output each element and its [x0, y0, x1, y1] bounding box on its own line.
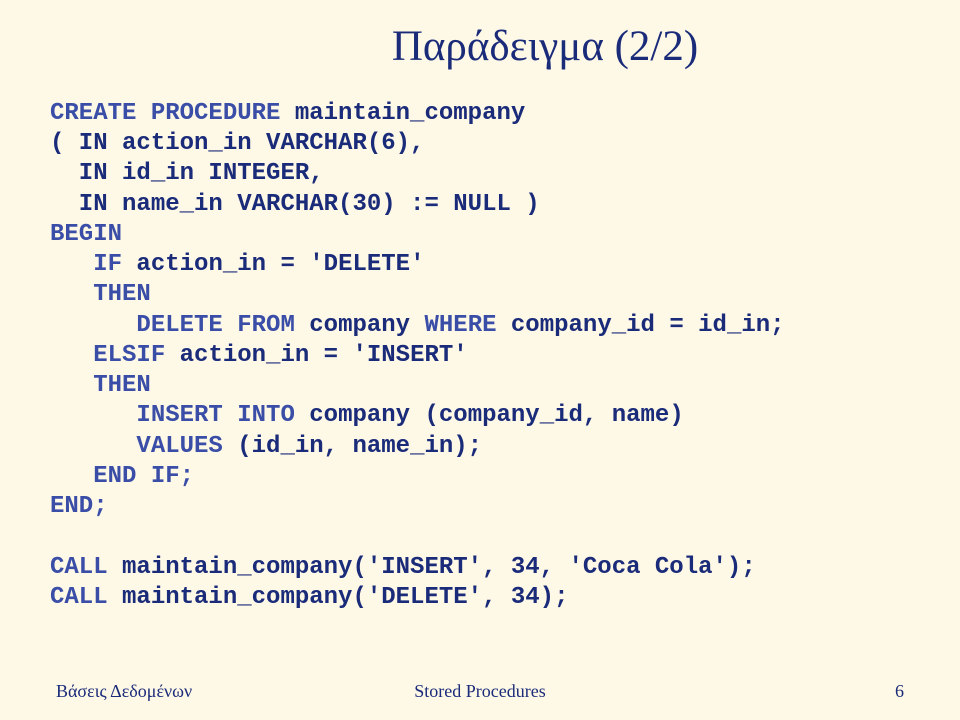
code-block: CREATE PROCEDURE maintain_company ( IN a…: [50, 99, 910, 613]
code-indent: [50, 281, 93, 308]
code-text: company (company_id, name): [295, 402, 684, 429]
code-text: maintain_company('DELETE', 34);: [108, 584, 569, 611]
code-kw: BEGIN: [50, 221, 122, 248]
code-text: action_in = 'DELETE': [122, 251, 424, 278]
code-kw: THEN: [93, 281, 151, 308]
page-title: Παράδειγμα (2/2): [180, 22, 910, 71]
code-kw: CREATE PROCEDURE: [50, 100, 280, 127]
code-text: (id_in, name_in);: [223, 433, 482, 460]
code-indent: [50, 342, 93, 369]
code-indent: [50, 251, 93, 278]
code-kw: ELSIF: [93, 342, 165, 369]
code-text: maintain_company: [280, 100, 525, 127]
code-kw: END IF;: [93, 463, 194, 490]
code-kw: IF: [93, 251, 122, 278]
footer-left: Βάσεις Δεδομένων: [56, 681, 339, 702]
code-text: company: [295, 312, 425, 339]
code-indent: [50, 312, 136, 339]
code-kw: CALL: [50, 584, 108, 611]
code-indent: [50, 372, 93, 399]
code-text: action_in = 'INSERT': [165, 342, 467, 369]
code-text: IN id_in INTEGER,: [50, 160, 324, 187]
code-indent: [50, 463, 93, 490]
code-kw: CALL: [50, 554, 108, 581]
slide: Παράδειγμα (2/2) CREATE PROCEDURE mainta…: [0, 0, 960, 720]
code-kw: END;: [50, 493, 108, 520]
code-kw: THEN: [93, 372, 151, 399]
code-text: company_id = id_in;: [497, 312, 785, 339]
footer: Βάσεις Δεδομένων Stored Procedures 6: [0, 681, 960, 702]
code-kw: WHERE: [424, 312, 496, 339]
code-indent: [50, 402, 136, 429]
footer-page-number: 6: [621, 681, 904, 702]
code-text: IN name_in VARCHAR(30) := NULL ): [50, 191, 540, 218]
code-kw: DELETE FROM: [136, 312, 294, 339]
footer-center: Stored Procedures: [339, 681, 622, 702]
code-text: ( IN action_in VARCHAR(6),: [50, 130, 424, 157]
code-kw: VALUES: [136, 433, 222, 460]
code-text: maintain_company('INSERT', 34, 'Coca Col…: [108, 554, 756, 581]
code-kw: INSERT INTO: [136, 402, 294, 429]
code-indent: [50, 433, 136, 460]
